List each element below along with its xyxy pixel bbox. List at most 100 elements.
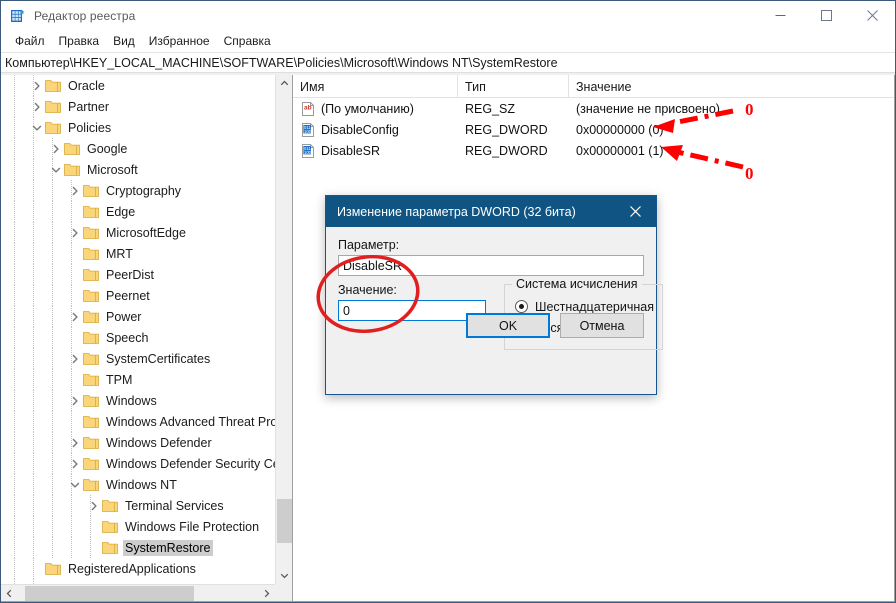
menu-item-favorites[interactable]: Избранное	[142, 32, 217, 50]
tree-item[interactable]: Partner	[1, 96, 275, 117]
scroll-up-icon[interactable]	[276, 75, 293, 92]
tree-item-label: MicrosoftEdge	[106, 225, 186, 240]
tree-item-label: Power	[106, 309, 142, 324]
menu-bar: Файл Правка Вид Избранное Справка	[1, 30, 895, 52]
folder-icon	[83, 268, 99, 282]
chevron-down-icon[interactable]	[67, 477, 83, 493]
tree-item-label: Windows	[106, 393, 157, 408]
tree-item[interactable]: Policies	[1, 117, 275, 138]
tree-item[interactable]: TPM	[1, 369, 275, 390]
chevron-right-icon[interactable]	[67, 456, 83, 472]
tree-item-label: Cryptography	[106, 183, 182, 198]
value-input-field[interactable]: 0	[338, 300, 486, 321]
folder-icon	[83, 226, 99, 240]
svg-text:100: 100	[304, 149, 312, 154]
tree-hscroll-thumb[interactable]	[25, 586, 194, 601]
scroll-down-icon[interactable]	[276, 567, 293, 584]
tree-item[interactable]: Windows Advanced Threat Prot	[1, 411, 275, 432]
tree-item-selected[interactable]: SystemRestore	[1, 537, 275, 558]
folder-icon	[102, 541, 118, 555]
chevron-right-icon[interactable]	[29, 78, 45, 94]
param-name-input[interactable]: DisableSR	[338, 255, 644, 276]
folder-icon	[64, 142, 80, 156]
chevron-right-icon[interactable]	[29, 99, 45, 115]
tree-item[interactable]: PeerDist	[1, 264, 275, 285]
close-button[interactable]	[849, 1, 895, 30]
value-name-cell: 011 100 DisableConfig	[293, 122, 458, 138]
tree-leaf-spacer	[86, 540, 102, 556]
tree-item[interactable]: Windows	[1, 390, 275, 411]
folder-icon	[45, 562, 61, 576]
cancel-button[interactable]: Отмена	[560, 313, 644, 338]
registry-tree-scroll: Oracle Partner Policies Google Microsoft Cryp…	[1, 75, 275, 584]
chevron-right-icon[interactable]	[67, 435, 83, 451]
menu-item-file[interactable]: Файл	[8, 32, 52, 50]
tree-item[interactable]: Google	[1, 138, 275, 159]
tree-item[interactable]: Power	[1, 306, 275, 327]
tree-item[interactable]: Speech	[1, 327, 275, 348]
tree-item[interactable]: RegisteredApplications	[1, 558, 275, 579]
menu-item-edit[interactable]: Правка	[52, 32, 107, 50]
tree-item[interactable]: Windows NT	[1, 474, 275, 495]
folder-icon	[83, 394, 99, 408]
column-header-type[interactable]: Тип	[458, 75, 569, 98]
folder-icon	[64, 163, 80, 177]
value-name-cell: 011 100 DisableSR	[293, 143, 458, 159]
tree-item[interactable]: Windows Defender Security Cen	[1, 453, 275, 474]
annotation-zero-bottom: 0	[745, 164, 754, 183]
tree-item[interactable]: SystemCertificates	[1, 348, 275, 369]
tree-item-label: Windows Advanced Threat Prot	[106, 414, 275, 429]
tree-item[interactable]: Microsoft	[1, 159, 275, 180]
chevron-right-icon[interactable]	[48, 141, 64, 157]
dialog-close-button[interactable]	[614, 196, 656, 227]
scroll-right-icon[interactable]	[258, 585, 275, 602]
tree-item[interactable]: Oracle	[1, 75, 275, 96]
scrollbar-corner	[275, 584, 292, 601]
value-row[interactable]: ab (По умолчанию) REG_SZ (значение не присв…	[293, 98, 894, 119]
tree-scroll-thumb[interactable]	[277, 499, 292, 543]
ok-button[interactable]: OK	[466, 313, 550, 338]
column-header-value[interactable]: Значение	[569, 75, 894, 98]
chevron-right-icon[interactable]	[67, 309, 83, 325]
tree-item[interactable]: Terminal Services	[1, 495, 275, 516]
tree-horizontal-scrollbar[interactable]	[1, 584, 292, 601]
column-header-name[interactable]: Имя	[293, 75, 458, 98]
tree-leaf-spacer	[67, 414, 83, 430]
tree-item[interactable]: MRT	[1, 243, 275, 264]
tree-vertical-scrollbar[interactable]	[275, 75, 292, 584]
tree-leaf-spacer	[29, 561, 45, 577]
chevron-down-icon[interactable]	[48, 162, 64, 178]
tree-leaf-spacer	[86, 519, 102, 535]
value-label: Значение:	[338, 283, 397, 297]
tree-item-label: Terminal Services	[125, 498, 224, 513]
tree-item[interactable]: Windows File Protection	[1, 516, 275, 537]
chevron-right-icon[interactable]	[67, 351, 83, 367]
registry-tree-pane: Oracle Partner Policies Google Microsoft Cryp…	[1, 75, 293, 602]
menu-item-help[interactable]: Справка	[217, 32, 278, 50]
tree-item-label: Windows NT	[106, 477, 177, 492]
chevron-down-icon[interactable]	[29, 120, 45, 136]
chevron-right-icon[interactable]	[86, 498, 102, 514]
folder-icon	[83, 352, 99, 366]
tree-item[interactable]: Windows Defender	[1, 432, 275, 453]
tree-item-label: Speech	[106, 330, 149, 345]
value-row[interactable]: 011 100 DisableConfig REG_DWORD 0x00000000 (…	[293, 119, 894, 140]
tree-item[interactable]: Cryptography	[1, 180, 275, 201]
value-row[interactable]: 011 100 DisableSR REG_DWORD 0x00000001 (1)	[293, 140, 894, 161]
chevron-right-icon[interactable]	[67, 225, 83, 241]
registry-tree: Oracle Partner Policies Google Microsoft Cryp…	[1, 75, 275, 584]
tree-item-label: TPM	[106, 372, 133, 387]
value-type-cell: REG_SZ	[465, 101, 516, 116]
tree-item[interactable]: Edge	[1, 201, 275, 222]
chevron-right-icon[interactable]	[67, 393, 83, 409]
address-bar[interactable]: Компьютер\HKEY_LOCAL_MACHINE\SOFTWARE\Po…	[1, 52, 895, 73]
chevron-right-icon[interactable]	[67, 183, 83, 199]
maximize-button[interactable]	[803, 1, 849, 30]
tree-item[interactable]: MicrosoftEdge	[1, 222, 275, 243]
folder-icon	[83, 289, 99, 303]
menu-item-view[interactable]: Вид	[106, 32, 142, 50]
annotation-zero-top: 0	[745, 100, 754, 119]
scroll-left-icon[interactable]	[1, 585, 18, 602]
minimize-button[interactable]	[757, 1, 803, 30]
tree-item[interactable]: Peernet	[1, 285, 275, 306]
